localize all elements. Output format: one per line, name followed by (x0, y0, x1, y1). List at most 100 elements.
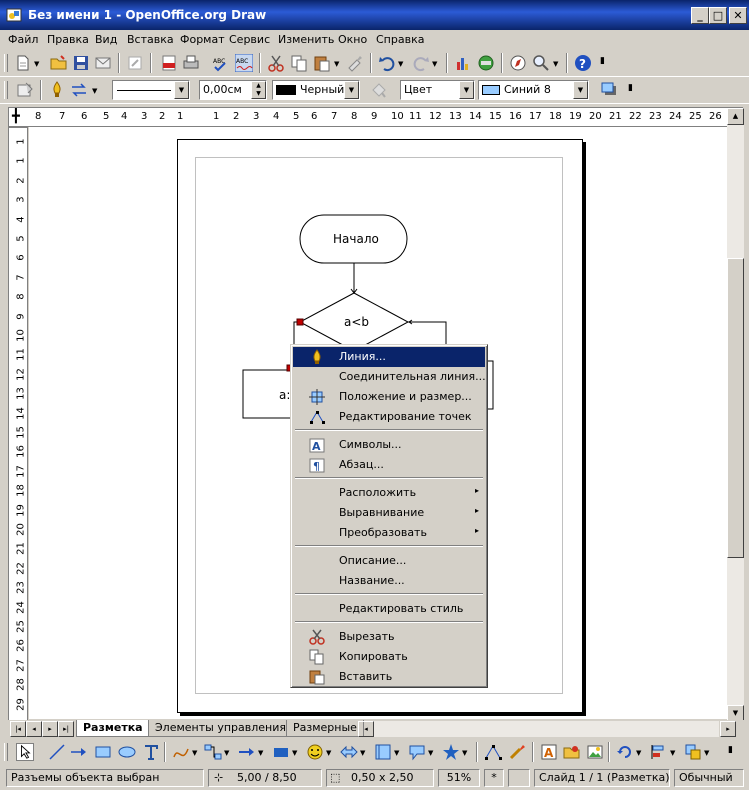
copy-icon[interactable] (290, 54, 308, 72)
scroll-thumb[interactable] (727, 258, 744, 558)
line-tool-icon[interactable] (48, 743, 66, 761)
block-arrows-dropdown-icon[interactable]: ▼ (360, 749, 365, 757)
line-width-field[interactable]: 0,00см ▲ ▼ (199, 80, 267, 100)
symbol-shapes-dropdown-icon[interactable]: ▼ (326, 749, 331, 757)
context-menu-item-convert[interactable]: Преобразовать ▸ (293, 523, 485, 543)
menu-window[interactable]: Окно (338, 33, 367, 46)
export-pdf-icon[interactable] (160, 54, 178, 72)
context-menu-item-name[interactable]: Название... (293, 571, 485, 591)
scroll-up-icon[interactable]: ▲ (727, 108, 744, 125)
save-icon[interactable] (72, 54, 90, 72)
fill-type-select[interactable]: Цвет ▼ (400, 80, 475, 100)
redo-icon[interactable] (412, 54, 430, 72)
alignment-icon[interactable] (650, 743, 668, 761)
chevron-down-icon[interactable]: ▼ (459, 81, 474, 99)
line-style-select[interactable]: ▼ (112, 80, 190, 100)
tab-controls[interactable]: Элементы управления (148, 720, 293, 737)
menu-insert[interactable]: Вставка (127, 33, 174, 46)
stars-icon[interactable] (442, 743, 460, 761)
arrange-icon[interactable] (684, 743, 702, 761)
menu-format[interactable]: Формат (180, 33, 225, 46)
first-tab-button[interactable]: |◂ (10, 721, 26, 737)
arrow-style-dropdown-icon[interactable]: ▼ (92, 87, 97, 95)
flowchart-dropdown-icon[interactable]: ▼ (394, 749, 399, 757)
stars-dropdown-icon[interactable]: ▼ (462, 749, 467, 757)
connector-tool-icon[interactable] (204, 743, 222, 761)
last-tab-button[interactable]: ▸| (58, 721, 74, 737)
fontwork-icon[interactable]: A (540, 743, 558, 761)
menu-tools[interactable]: Сервис (229, 33, 270, 46)
rectangle-tool-icon[interactable] (94, 743, 112, 761)
email-icon[interactable] (94, 54, 112, 72)
callouts-dropdown-icon[interactable]: ▼ (428, 749, 433, 757)
menu-help[interactable]: Справка (376, 33, 424, 46)
clone-format-icon[interactable] (346, 54, 364, 72)
prev-tab-button[interactable]: ◂ (26, 721, 42, 737)
arrow-tool-icon[interactable] (238, 743, 256, 761)
vertical-scrollbar[interactable]: ▲ ▼ (727, 108, 744, 722)
menu-modify[interactable]: Изменить (278, 33, 334, 46)
menu-view[interactable]: Вид (95, 33, 117, 46)
symbol-shapes-icon[interactable] (306, 743, 324, 761)
context-menu-item-copy[interactable]: Копировать (293, 647, 485, 667)
gallery-icon[interactable] (477, 54, 495, 72)
connector-dropdown-icon[interactable]: ▼ (224, 749, 229, 757)
context-menu-item-connector[interactable]: Соединительная линия... (293, 367, 486, 387)
paste-dropdown-icon[interactable]: ▼ (334, 60, 339, 68)
context-menu-item-alignment[interactable]: Выравнивание ▸ (293, 503, 485, 523)
line-pen-icon[interactable] (48, 81, 66, 99)
cut-icon[interactable] (267, 54, 285, 72)
context-menu-item-arrange[interactable]: Расположить ▸ (293, 483, 485, 503)
close-button[interactable]: ✕ (729, 7, 747, 24)
zoom-dropdown-icon[interactable]: ▼ (553, 60, 558, 68)
paste-icon[interactable] (313, 54, 331, 72)
chevron-down-icon[interactable]: ▼ (344, 81, 359, 99)
connector-line[interactable] (408, 321, 447, 344)
chevron-down-icon[interactable]: ▼ (573, 81, 588, 99)
tab-dimension-lines[interactable]: Размерные (286, 720, 364, 737)
toolbar-overflow-icon[interactable]: ▮ (628, 83, 633, 93)
flowchart-shapes-icon[interactable] (374, 743, 392, 761)
arrow-style-icon[interactable] (70, 81, 88, 99)
vertical-ruler[interactable]: 1 1 2 3 4 5 6 7 8 9 10 11 12 13 14 15 16 17 18 19 20 21 22 23 24… (8, 127, 28, 722)
hscroll-right-icon[interactable]: ▸ (720, 721, 736, 737)
redo-dropdown-icon[interactable]: ▼ (432, 60, 437, 68)
open-folder-icon[interactable] (50, 54, 68, 72)
zoom-icon[interactable] (532, 54, 550, 72)
undo-dropdown-icon[interactable]: ▼ (398, 60, 403, 68)
status-zoom[interactable]: 51% (438, 769, 480, 787)
next-tab-button[interactable]: ▸ (42, 721, 58, 737)
help-icon[interactable]: ? (574, 54, 592, 72)
context-menu-item-edit-style[interactable]: Редактировать стиль (293, 599, 485, 619)
print-icon[interactable] (182, 54, 200, 72)
menu-edit[interactable]: Правка (47, 33, 89, 46)
basic-shapes-dropdown-icon[interactable]: ▼ (292, 749, 297, 757)
maximize-button[interactable]: □ (709, 7, 727, 24)
context-menu-item-cut[interactable]: Вырезать (293, 627, 485, 647)
gallery-image-icon[interactable] (586, 743, 604, 761)
text-tool-icon[interactable] (142, 743, 160, 761)
basic-shapes-icon[interactable] (272, 743, 290, 761)
menu-file[interactable]: Файл (8, 33, 38, 46)
rotate-dropdown-icon[interactable]: ▼ (636, 749, 641, 757)
context-menu-item-edit-points[interactable]: Редактирование точек (293, 407, 485, 427)
rotate-icon[interactable] (616, 743, 634, 761)
arrow-dropdown-icon[interactable]: ▼ (258, 749, 263, 757)
edit-file-icon[interactable] (126, 54, 144, 72)
connection-point-handle[interactable] (296, 318, 304, 326)
context-menu-item-paragraph[interactable]: ¶ Абзац... (293, 455, 485, 475)
arrange-dropdown-icon[interactable]: ▼ (704, 749, 709, 757)
toolbar-grip[interactable] (4, 81, 8, 99)
points-icon[interactable] (484, 743, 502, 761)
navigator-icon[interactable] (509, 54, 527, 72)
glue-points-icon[interactable] (508, 743, 526, 761)
line-color-select[interactable]: Черный ▼ (272, 80, 360, 100)
ellipse-tool-icon[interactable] (118, 743, 136, 761)
context-menu-item-line[interactable]: Линия... (293, 347, 485, 367)
toolbar-grip[interactable] (4, 54, 8, 72)
spin-icon[interactable]: ▲ ▼ (251, 81, 266, 99)
minimize-button[interactable]: _ (691, 7, 709, 24)
from-file-icon[interactable] (563, 743, 581, 761)
toolbar-grip[interactable] (4, 743, 8, 761)
hscroll-left-icon[interactable]: ◂ (358, 721, 374, 737)
